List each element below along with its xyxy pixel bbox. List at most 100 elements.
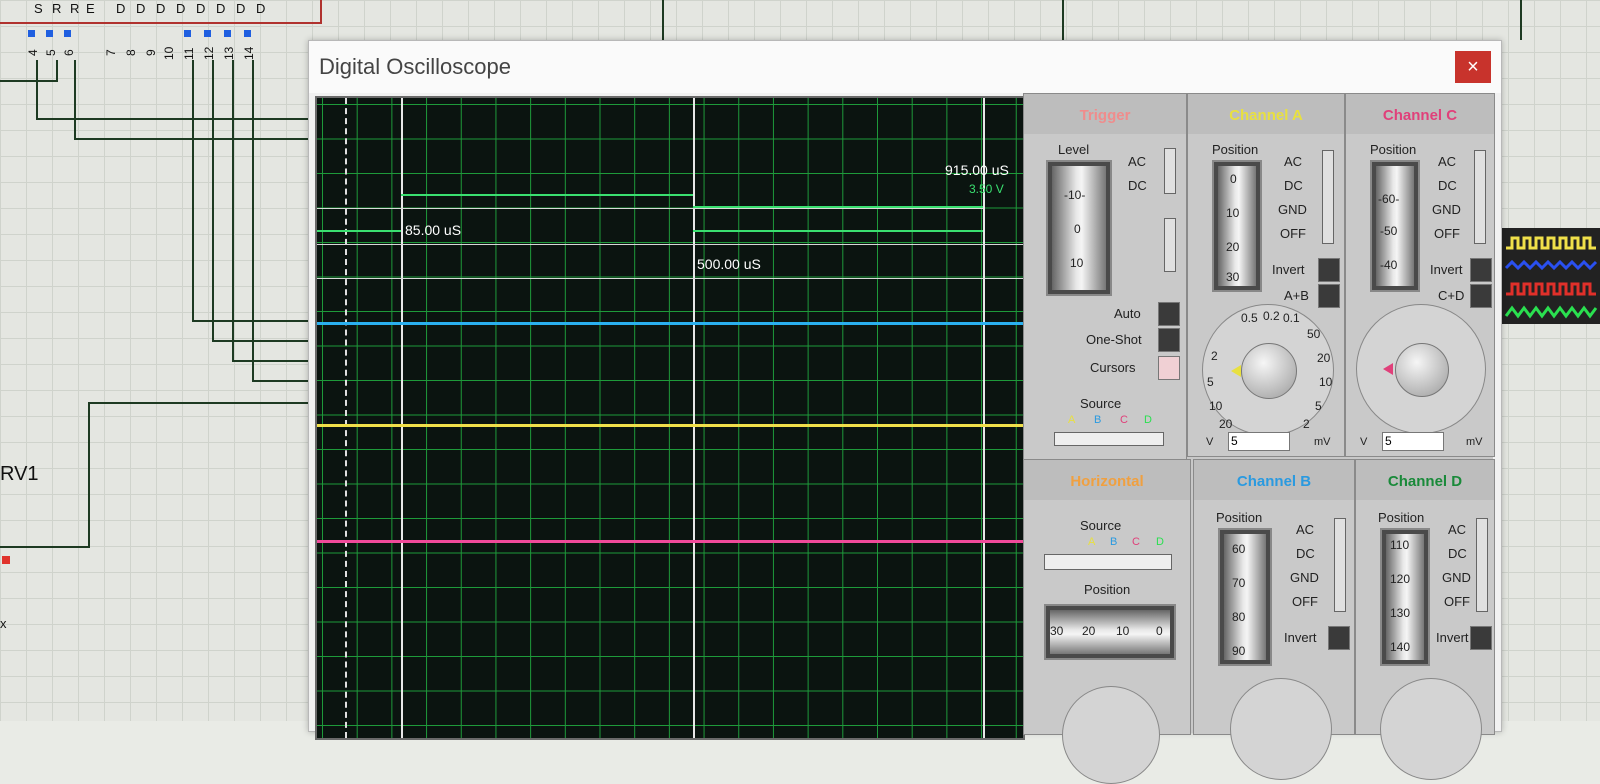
- cursors-toggle[interactable]: [1158, 356, 1180, 380]
- oneshot-toggle[interactable]: [1158, 328, 1180, 352]
- wire[interactable]: [1062, 0, 1064, 40]
- wire[interactable]: [192, 60, 194, 322]
- channel-b-section: Channel B Position 60 70 80 90 AC DC GND…: [1193, 459, 1355, 780]
- wire[interactable]: [1520, 0, 1522, 40]
- chip-pin-letter: D: [176, 1, 186, 16]
- channel-a-mode-switch[interactable]: [1322, 150, 1334, 244]
- channel-d-position-dial[interactable]: 110 120 130 140: [1380, 528, 1430, 666]
- channel-c-volts-knob[interactable]: [1395, 343, 1449, 397]
- mode-dc[interactable]: DC: [1284, 178, 1303, 193]
- channel-a-volts-field[interactable]: 5: [1228, 432, 1290, 451]
- channel-b-invert-toggle[interactable]: [1328, 626, 1350, 650]
- chip-pin-letter: D: [216, 1, 226, 16]
- horizontal-position-dial[interactable]: 30 20 10 0: [1044, 604, 1176, 660]
- wire[interactable]: [36, 60, 38, 120]
- mode-ac[interactable]: AC: [1284, 154, 1302, 169]
- channel-a-position-dial[interactable]: 0 10 20 30: [1212, 160, 1262, 292]
- trigger-level-dial[interactable]: -10- 0 10: [1046, 160, 1112, 296]
- trigger-source-slider[interactable]: [1054, 432, 1164, 446]
- channel-c-position-dial[interactable]: -60- -50 -40: [1370, 160, 1420, 292]
- scope-display[interactable]: 915.00 uS 3.50 V 85.00 uS 500.00 uS: [315, 96, 1025, 740]
- mode-gnd[interactable]: GND: [1442, 570, 1471, 585]
- channel-d-volts-dial[interactable]: [1380, 678, 1482, 780]
- position-label: Position: [1378, 510, 1425, 525]
- channel-a-volts-dial[interactable]: 0.5 0.2 0.1 2 5 10 20 50 20 10 5 2: [1202, 304, 1334, 436]
- channel-c-invert-toggle[interactable]: [1470, 258, 1492, 282]
- mode-ac[interactable]: AC: [1438, 154, 1456, 169]
- channel-d-invert-toggle[interactable]: [1470, 626, 1492, 650]
- wire[interactable]: [56, 60, 58, 82]
- window-titlebar[interactable]: Digital Oscilloscope ×: [309, 41, 1501, 93]
- channel-c-volts-dial[interactable]: [1356, 304, 1486, 434]
- mode-off[interactable]: OFF: [1434, 226, 1460, 241]
- channel-b-mode-switch[interactable]: [1334, 518, 1346, 612]
- mode-gnd[interactable]: GND: [1290, 570, 1319, 585]
- mode-dc[interactable]: DC: [1448, 546, 1467, 561]
- edge-switch[interactable]: [1164, 218, 1176, 272]
- channel-a-math-toggle[interactable]: [1318, 284, 1340, 308]
- chip-pin-letter: D: [196, 1, 206, 16]
- cursor-readout-left: 85.00 uS: [405, 222, 462, 238]
- mode-dc[interactable]: DC: [1438, 178, 1457, 193]
- close-button[interactable]: ×: [1455, 51, 1491, 83]
- chip-pin-letter: D: [256, 1, 266, 16]
- mode-gnd[interactable]: GND: [1432, 202, 1461, 217]
- wire[interactable]: [0, 546, 90, 548]
- cursor-horizontal[interactable]: [317, 208, 983, 209]
- pin-number: 12: [202, 46, 216, 60]
- wire[interactable]: [74, 60, 76, 140]
- wire[interactable]: [0, 80, 58, 82]
- mode-gnd[interactable]: GND: [1278, 202, 1307, 217]
- pin-marker: [224, 30, 231, 37]
- cursors-label: Cursors: [1090, 360, 1136, 375]
- wire[interactable]: [662, 0, 664, 40]
- channel-c-volts-field[interactable]: 5: [1382, 432, 1444, 451]
- pin-marker: [64, 30, 71, 37]
- mode-off[interactable]: OFF: [1444, 594, 1470, 609]
- horizontal-time-dial[interactable]: [1062, 686, 1160, 784]
- oscilloscope-window[interactable]: Digital Oscilloscope × 915.00 uS 3.50 V …: [308, 40, 1502, 784]
- mode-off[interactable]: OFF: [1292, 594, 1318, 609]
- channel-d-mode-switch[interactable]: [1476, 518, 1488, 612]
- channel-a-invert-toggle[interactable]: [1318, 258, 1340, 282]
- trigger-time-marker: [345, 98, 347, 738]
- trigger-section: Trigger Level -10- 0 10 AC DC Auto One-S…: [1023, 93, 1187, 465]
- coupling-switch[interactable]: [1164, 148, 1176, 194]
- wire[interactable]: [90, 402, 308, 404]
- horizontal-source-slider[interactable]: [1044, 554, 1172, 570]
- coupling-dc[interactable]: DC: [1128, 178, 1147, 193]
- pin-number: 14: [242, 46, 256, 60]
- component-label-rv1: RV1: [0, 463, 39, 485]
- wire[interactable]: [212, 60, 214, 342]
- mode-ac[interactable]: AC: [1448, 522, 1466, 537]
- channel-a-volts-knob[interactable]: [1241, 343, 1297, 399]
- wire[interactable]: [88, 402, 90, 548]
- channel-b-volts-dial[interactable]: [1230, 678, 1332, 780]
- trace-d-segment: [693, 230, 983, 232]
- cursor-vertical-mid[interactable]: [693, 98, 695, 738]
- mode-off[interactable]: OFF: [1280, 226, 1306, 241]
- waveform-preview: [1502, 228, 1600, 324]
- chip-pin-letter: E: [86, 1, 95, 16]
- mode-ac[interactable]: AC: [1296, 522, 1314, 537]
- wire[interactable]: [212, 340, 308, 342]
- wire[interactable]: [252, 60, 254, 382]
- invert-label: Invert: [1436, 630, 1469, 645]
- cursor-horizontal[interactable]: [317, 278, 1023, 279]
- wire[interactable]: [232, 360, 308, 362]
- cursor-horizontal[interactable]: [317, 244, 1023, 245]
- pin-marker: [244, 30, 251, 37]
- coupling-ac[interactable]: AC: [1128, 154, 1146, 169]
- channel-b-position-dial[interactable]: 60 70 80 90: [1218, 528, 1272, 666]
- auto-toggle[interactable]: [1158, 302, 1180, 326]
- wire[interactable]: [252, 380, 308, 382]
- wire[interactable]: [36, 118, 308, 120]
- wire[interactable]: [192, 320, 308, 322]
- wire[interactable]: [74, 138, 308, 140]
- channel-c-math-toggle[interactable]: [1470, 284, 1492, 308]
- channel-b-title: Channel B: [1194, 460, 1354, 500]
- mode-dc[interactable]: DC: [1296, 546, 1315, 561]
- channel-c-mode-switch[interactable]: [1474, 150, 1486, 244]
- knob-pointer-icon: [1383, 363, 1393, 375]
- wire[interactable]: [232, 60, 234, 362]
